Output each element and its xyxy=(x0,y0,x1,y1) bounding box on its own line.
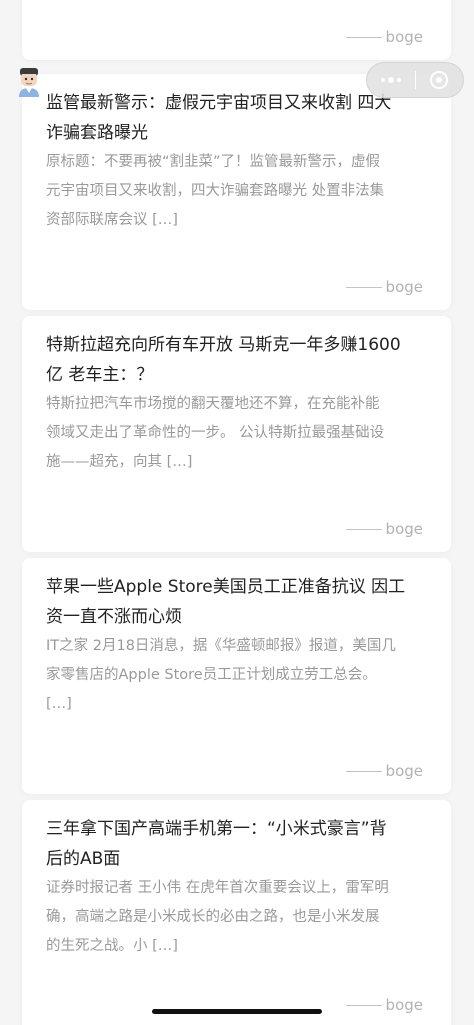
article-title[interactable]: 苹果一些Apple Store美国员工正准备抗议 因工 资一直不涨而心烦 xyxy=(46,572,431,632)
author-dash xyxy=(345,36,382,38)
article-card-4[interactable]: 三年拿下国产高端手机第一：“小米式豪言”背 后的AB面 证券时报记者 王小伟 在… xyxy=(22,800,451,1025)
more-button[interactable] xyxy=(367,63,415,97)
article-card-2[interactable]: 特斯拉超充向所有车开放 马斯克一年多赚1600 亿 老车主：？ 特斯拉把汽车市场… xyxy=(22,316,451,552)
card-author: boge xyxy=(345,762,423,780)
author-name: boge xyxy=(385,520,423,538)
author-name: boge xyxy=(385,278,423,296)
author-dash xyxy=(345,528,382,530)
close-ring-icon xyxy=(430,71,449,89)
article-title[interactable]: 特斯拉超充向所有车开放 马斯克一年多赚1600 亿 老车主：？ xyxy=(46,330,431,390)
article-excerpt: 原标题：不要再被“割韭菜”了！监管最新警示，虚假 元宇宙项目又来收割，四大诈骗套… xyxy=(46,154,385,228)
card-author: boge xyxy=(345,520,423,538)
author-dash xyxy=(345,770,382,772)
card-author: boge xyxy=(345,28,423,46)
article-card-1[interactable]: 监管最新警示：虚假元宇宙项目又来收割 四大 诈骗套路曝光 原标题：不要再被“割韭… xyxy=(22,74,451,310)
author-name: boge xyxy=(385,996,423,1014)
article-excerpt: 特斯拉把汽车市场搅的翻天覆地还不算，在充能补能 领域又走出了革命性的一步。 公认… xyxy=(46,396,385,470)
article-title[interactable]: 三年拿下国产高端手机第一：“小米式豪言”背 后的AB面 xyxy=(46,814,431,874)
close-button[interactable] xyxy=(416,63,464,97)
article-card-0[interactable]: boge xyxy=(22,0,451,60)
article-list-page: boge 监管最新警示：虚假元宇宙项目又来收割 四大 诈骗套路曝光 原标题：不要… xyxy=(0,0,474,1025)
author-dash xyxy=(345,1004,382,1006)
author-name: boge xyxy=(385,762,423,780)
author-dash xyxy=(345,286,382,288)
article-title[interactable]: 监管最新警示：虚假元宇宙项目又来收割 四大 诈骗套路曝光 xyxy=(46,88,431,148)
home-indicator[interactable] xyxy=(152,1009,322,1014)
author-name: boge xyxy=(385,28,423,46)
more-dots-icon xyxy=(380,77,401,83)
card-author: boge xyxy=(345,278,423,296)
miniprogram-capsule xyxy=(366,62,464,98)
article-card-3[interactable]: 苹果一些Apple Store美国员工正准备抗议 因工 资一直不涨而心烦 IT之… xyxy=(22,558,451,794)
article-excerpt: 证券时报记者 王小伟 在虎年首次重要会议上，雷军明 确，高端之路是小米成长的必由… xyxy=(46,880,389,954)
avatar-icon[interactable] xyxy=(17,67,41,97)
card-author: boge xyxy=(345,996,423,1014)
article-excerpt: IT之家 2月18日消息，据《华盛顿邮报》报道，美国几 家零售店的Apple S… xyxy=(46,638,396,712)
